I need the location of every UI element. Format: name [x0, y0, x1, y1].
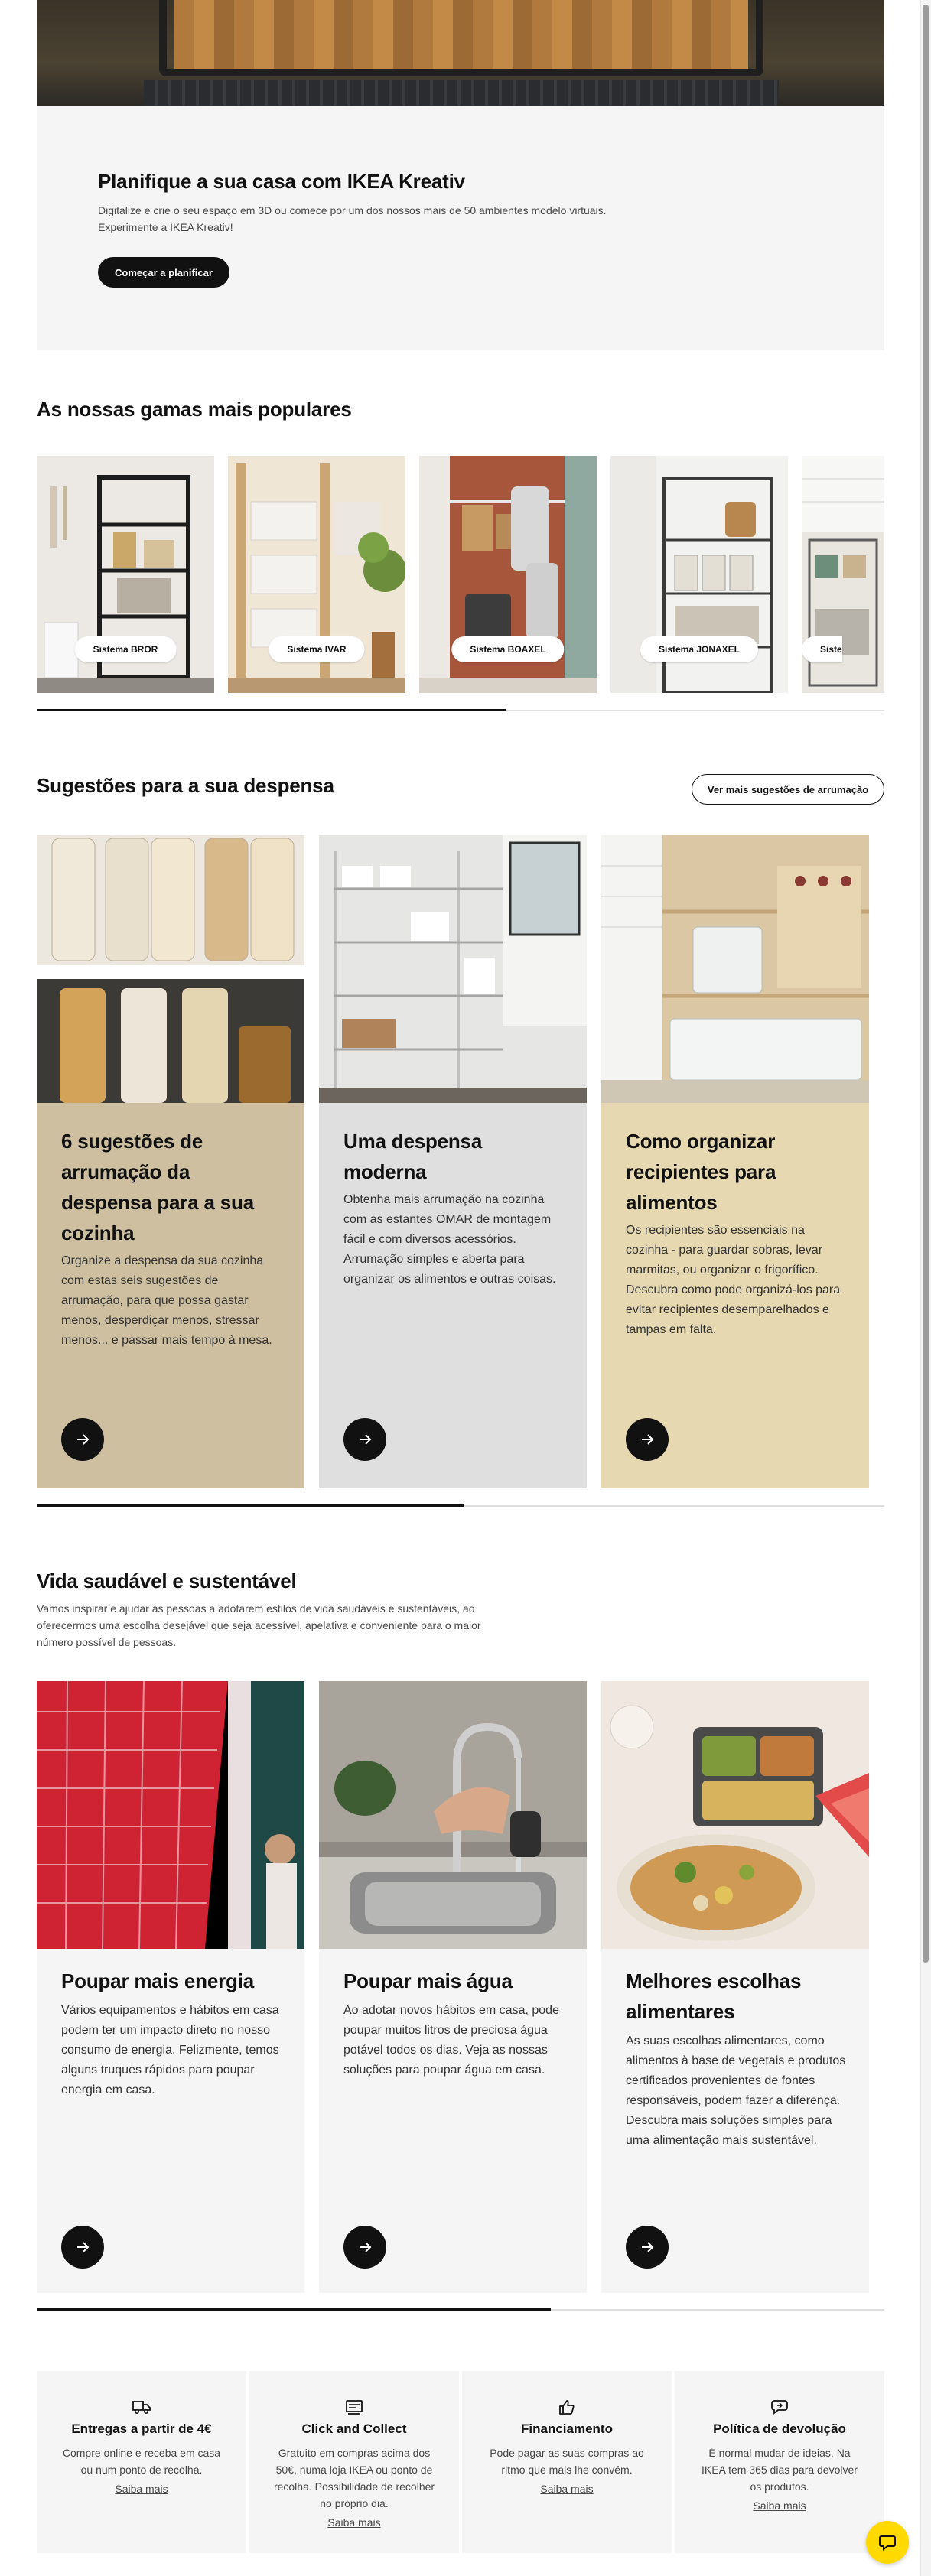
pantry-card-containers-arrow-button[interactable] [626, 1418, 669, 1461]
truck-icon [132, 2401, 151, 2415]
popular-ranges-title: As nossas gamas mais populares [37, 398, 352, 421]
range-label-partial: Siste [802, 636, 842, 662]
food-image [601, 1681, 869, 1949]
energy-image [37, 1681, 304, 1949]
ranges-carousel-thumb[interactable] [37, 709, 506, 711]
healthy-card-energy[interactable]: Poupar mais energia Vários equipamentos … [37, 1681, 304, 2293]
service-returns-link[interactable]: Saiba mais [675, 2500, 884, 2512]
healthy-card-energy-text: Vários equipamentos e hábitos em casa po… [61, 2004, 279, 2096]
service-financing-link[interactable]: Saiba mais [462, 2483, 672, 2495]
pantry-card-tips[interactable]: 6 sugestões de arrumação da despensa par… [37, 835, 304, 1488]
pantry-card-modern[interactable]: Uma despensa moderna Obtenha mais arruma… [319, 835, 587, 1488]
kreativ-promo: Planifique a sua casa com IKEA Kreativ D… [37, 106, 884, 350]
scrollbar-thumb[interactable] [923, 5, 929, 1963]
pantry-tips-image [37, 835, 304, 1103]
pantry-modern-image [319, 835, 587, 1103]
service-delivery-link[interactable]: Saiba mais [37, 2483, 246, 2495]
arrow-right-icon [77, 1434, 90, 1445]
kreativ-text: Digitalize e crie o seu espaço em 3D ou … [98, 204, 607, 233]
service-returns-text: É normal mudar de ideias. Na IKEA tem 36… [702, 2447, 858, 2493]
arrow-right-icon [77, 2242, 90, 2252]
healthy-card-food-text: As suas escolhas alimentares, como alime… [626, 2034, 846, 2147]
range-label-jonaxel: Sistema JONAXEL [640, 636, 759, 662]
range-card-bror[interactable]: Sistema BROR [37, 456, 214, 693]
service-financing-title: Financiamento [521, 2422, 613, 2436]
range-label-bror: Sistema BROR [74, 636, 177, 662]
arrow-right-icon [642, 1434, 654, 1445]
pantry-card-tips-title: 6 sugestões de arrumação da despensa par… [61, 1130, 254, 1244]
healthy-card-water-title: Poupar mais água [343, 1969, 513, 1992]
healthy-card-food-title: Melhores escolhas alimentares [626, 1969, 802, 2023]
service-delivery-title: Entregas a partir de 4€ [71, 2422, 212, 2436]
pantry-card-modern-arrow-button[interactable] [343, 1418, 386, 1461]
service-click-collect-title: Click and Collect [301, 2422, 407, 2436]
chat-button[interactable] [866, 2521, 909, 2564]
healthy-card-food[interactable]: Melhores escolhas alimentares As suas es… [601, 1681, 869, 2293]
healthy-card-water-arrow-button[interactable] [343, 2226, 386, 2269]
receipt-icon [346, 2400, 363, 2415]
page-scrollbar[interactable] [920, 0, 931, 2576]
pantry-card-modern-text: Obtenha mais arrumação na cozinha com as… [343, 1193, 556, 1286]
healthy-card-water-text: Ao adotar novos hábitos em casa, pode po… [343, 2004, 559, 2077]
hero-laptop-screen [159, 0, 763, 76]
services-band: Entregas a partir de 4€ Compre online e … [37, 2371, 884, 2553]
service-delivery-text: Compre online e receba em casa ou num po… [62, 2447, 221, 2476]
service-returns-title: Política de devolução [713, 2422, 846, 2436]
water-image [319, 1681, 587, 1949]
chat-icon [879, 2535, 896, 2551]
range-card-boaxel[interactable]: Sistema BOAXEL [419, 456, 597, 693]
service-returns: Política de devolução É normal mudar de … [675, 2371, 884, 2553]
pantry-card-tips-arrow-button[interactable] [61, 1418, 104, 1461]
service-delivery: Entregas a partir de 4€ Compre online e … [37, 2371, 246, 2553]
pantry-card-tips-text: Organize a despensa da sua cozinha com e… [61, 1254, 272, 1347]
thumbs-up-icon [559, 2400, 575, 2415]
start-planning-button[interactable]: Começar a planificar [98, 257, 229, 288]
range-label-boaxel: Sistema BOAXEL [451, 636, 565, 662]
arrow-right-icon [360, 2242, 372, 2252]
pantry-card-containers-title: Como organizar recipientes para alimento… [626, 1130, 776, 1214]
pantry-containers-image [601, 835, 869, 1103]
service-financing: Financiamento Pode pagar as suas compras… [462, 2371, 672, 2553]
pantry-card-modern-title: Uma despensa moderna [343, 1130, 483, 1183]
healthy-card-energy-arrow-button[interactable] [61, 2226, 104, 2269]
service-financing-text: Pode pagar as suas compras ao ritmo que … [490, 2447, 644, 2476]
range-card-jonaxel[interactable]: Sistema JONAXEL [610, 456, 788, 693]
arrow-right-icon [642, 2242, 654, 2252]
kreativ-title: Planifique a sua casa com IKEA Kreativ [98, 170, 465, 193]
pantry-card-containers-text: Os recipientes são essenciais na cozinha… [626, 1224, 841, 1336]
healthy-card-energy-title: Poupar mais energia [61, 1969, 254, 1992]
kreativ-hero-image [37, 0, 884, 106]
healthy-card-water[interactable]: Poupar mais água Ao adotar novos hábitos… [319, 1681, 587, 2293]
range-label-ivar: Sistema IVAR [269, 636, 365, 662]
service-click-collect-link[interactable]: Saiba mais [249, 2516, 459, 2529]
pantry-card-containers[interactable]: Como organizar recipientes para alimento… [601, 835, 869, 1488]
service-click-collect-text: Gratuito em compras acima dos 50€, numa … [273, 2447, 435, 2509]
pantry-title: Sugestões para a sua despensa [37, 774, 334, 797]
pantry-carousel-thumb[interactable] [37, 1504, 464, 1507]
healthy-card-food-arrow-button[interactable] [626, 2226, 669, 2269]
healthy-living-title: Vida saudável e sustentável [37, 1569, 297, 1592]
service-click-collect: Click and Collect Gratuito em compras ac… [249, 2371, 459, 2553]
range-card-ivar[interactable]: Sistema IVAR [228, 456, 405, 693]
more-storage-tips-button[interactable]: Ver mais sugestões de arrumação [692, 774, 884, 805]
healthy-living-text: Vamos inspirar e ajudar as pessoas a ado… [37, 1602, 481, 1648]
range-card-partial[interactable]: Siste [802, 456, 884, 693]
hero-laptop-keyboard [144, 80, 779, 106]
return-chat-icon [771, 2400, 788, 2415]
healthy-carousel-thumb[interactable] [37, 2308, 551, 2311]
arrow-right-icon [360, 1434, 372, 1445]
